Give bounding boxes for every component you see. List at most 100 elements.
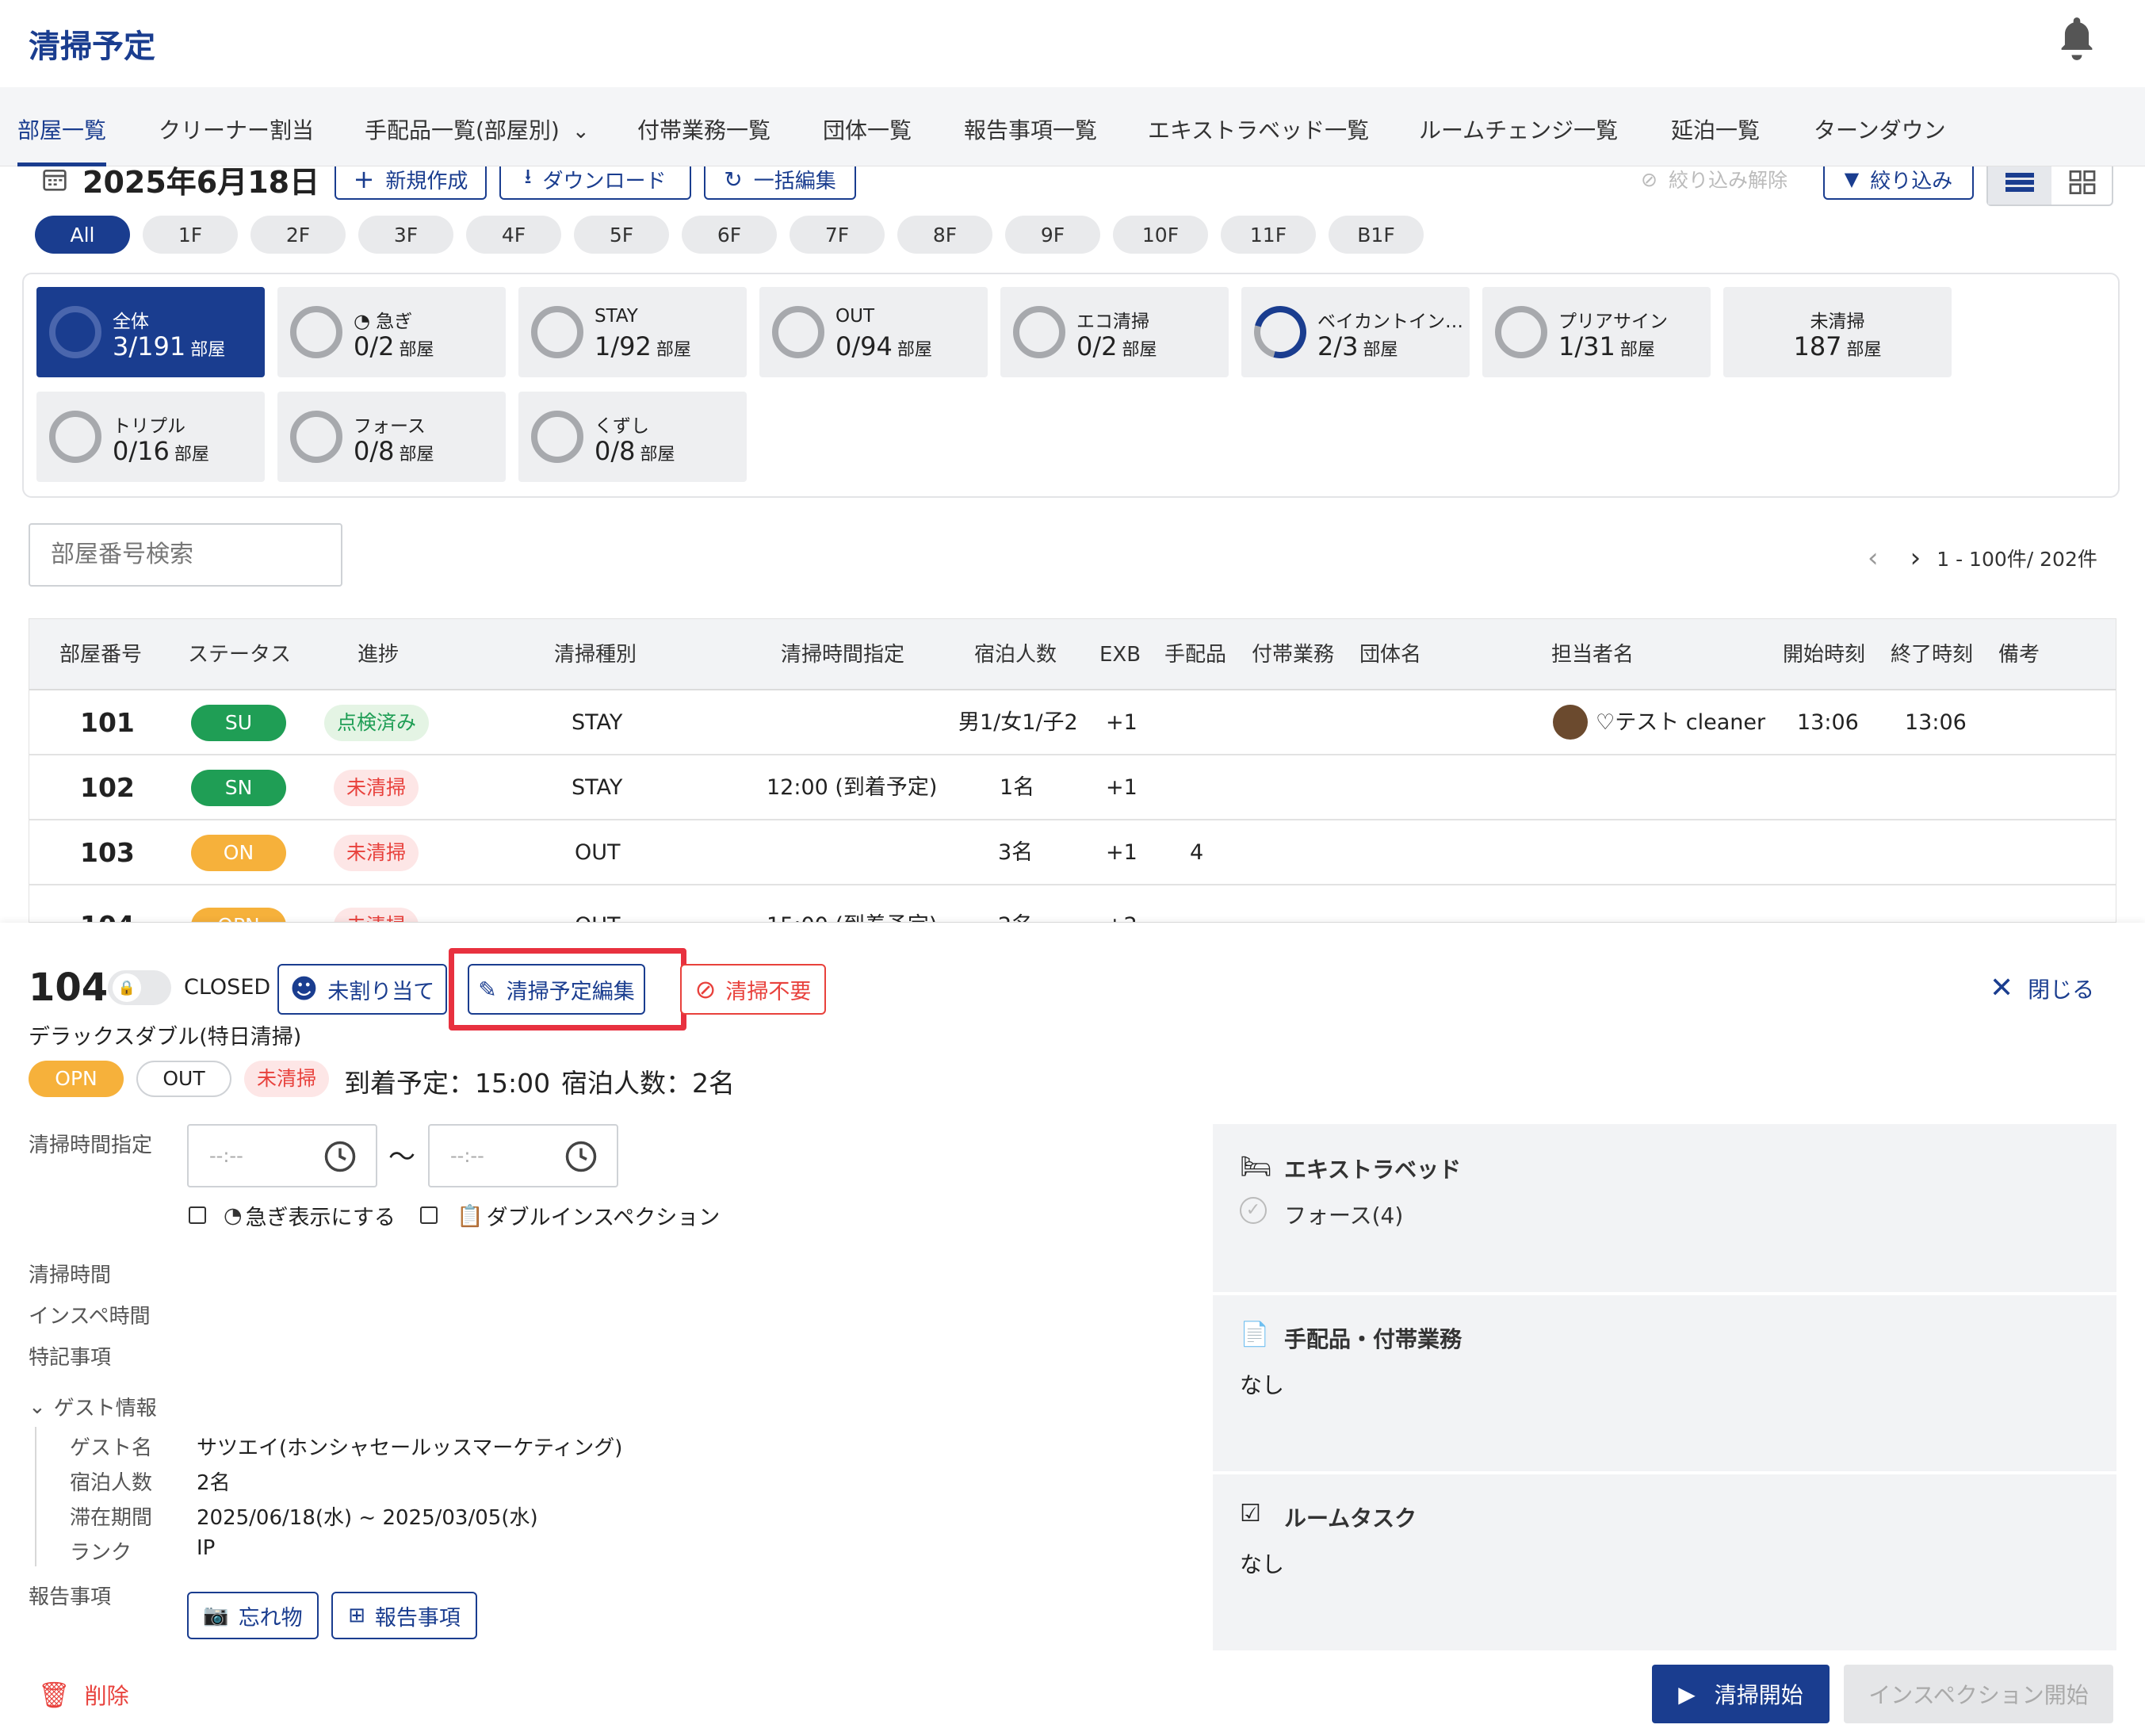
col-incidental[interactable]: 付帯業務 <box>1252 619 1334 690</box>
tab-cleaner-assign-label[interactable]: クリーナー割当 <box>159 87 314 166</box>
refresh-icon: ↻ <box>724 166 743 193</box>
summary-card-uncleaned[interactable]: 未清掃 187 部屋 <box>1723 287 1952 377</box>
pagination: ‹ › 1 - 100件/ 202件 <box>1868 542 2097 574</box>
col-staff[interactable]: 担当者名 <box>1551 619 1634 690</box>
col-guests[interactable]: 宿泊人数 <box>974 619 1057 690</box>
col-progress[interactable]: 進捗 <box>358 619 399 690</box>
tab-extra-bed-label[interactable]: エキストラベッド一覧 <box>1148 87 1369 166</box>
floor-chip[interactable]: 7F <box>790 216 885 254</box>
floor-chip[interactable]: 10F <box>1113 216 1208 254</box>
download-icon: ⭳ <box>524 165 532 189</box>
summary-card-all[interactable]: 全体 3/191 部屋 <box>36 287 265 377</box>
next-page-icon[interactable]: › <box>1910 542 1921 574</box>
lost-item-button[interactable]: 📷 忘れ物 <box>187 1592 319 1639</box>
floor-chip[interactable]: 4F <box>466 216 561 254</box>
tab-extended-stay-label[interactable]: 延泊一覧 <box>1671 87 1760 166</box>
summary-card-triple[interactable]: トリプル 0/16 部屋 <box>36 392 265 482</box>
bell-icon[interactable] <box>2056 17 2097 62</box>
card-label: フォース <box>354 416 426 437</box>
grid-view-icon[interactable] <box>2051 160 2113 205</box>
no-clean-button[interactable]: ⊘ 清掃不要 <box>680 964 826 1015</box>
col-notes[interactable]: 備考 <box>1998 619 2040 690</box>
floor-chip[interactable]: 6F <box>682 216 777 254</box>
double-inspection-checkbox[interactable] <box>420 1206 438 1224</box>
rooms-table: 部屋番号 ステータス 進捗 清掃種別 清掃時間指定 宿泊人数 EXB 手配品 付… <box>29 618 2116 923</box>
list-view-icon[interactable] <box>1988 160 2051 205</box>
report-button[interactable]: ⊞ 報告事項 <box>331 1592 477 1639</box>
filter-icon: ▼ <box>1844 168 1860 190</box>
summary-card-preassign[interactable]: プリアサイン 1/31 部屋 <box>1482 287 1711 377</box>
summary-card-urgent[interactable]: ◔ 急ぎ 0/2 部屋 <box>277 287 506 377</box>
col-arrangements[interactable]: 手配品 <box>1164 619 1226 690</box>
edit-schedule-button[interactable]: ✎ 清掃予定編集 <box>468 964 645 1015</box>
filter-off-icon: ⊘ <box>1641 167 1658 191</box>
start-time-input[interactable]: --:-- <box>187 1124 377 1187</box>
start-inspection-button[interactable]: インスペクション開始 <box>1844 1665 2113 1723</box>
report-button-label: 報告事項 <box>374 1605 461 1631</box>
tab-arrangements-overlay[interactable]: 手配品一覧(部屋別) ⌄ <box>365 87 590 166</box>
card-count: 0/2 <box>354 331 395 361</box>
tab-reports-label[interactable]: 報告事項一覧 <box>964 87 1097 166</box>
prev-page-icon[interactable]: ‹ <box>1868 542 1879 574</box>
col-end[interactable]: 終了時刻 <box>1891 619 1973 690</box>
close-label: 閉じる <box>2028 976 2095 1003</box>
col-status[interactable]: ステータス <box>188 619 291 690</box>
summary-card-stay[interactable]: STAY 1/92 部屋 <box>518 287 747 377</box>
face-icon: ☻ <box>289 973 319 1005</box>
tab-rooms-active[interactable]: 部屋一覧 <box>17 87 107 166</box>
floor-chip[interactable]: 11F <box>1221 216 1316 254</box>
floor-chip[interactable]: 9F <box>1005 216 1100 254</box>
table-row[interactable]: 104 OPN 未清掃 OUT 15:00 (到着予定) 2名 +2 <box>29 885 2116 922</box>
status-badge: OPN <box>191 908 286 922</box>
col-time[interactable]: 清掃時間指定 <box>781 619 904 690</box>
col-room[interactable]: 部屋番号 <box>59 619 142 690</box>
floor-chip[interactable]: B1F <box>1329 216 1424 254</box>
card-unit: 部屋 <box>399 445 434 465</box>
urgent-checkbox[interactable] <box>189 1206 206 1224</box>
tab-room-change-label[interactable]: ルームチェンジ一覧 <box>1419 87 1618 166</box>
guest-count: 3名 <box>998 840 1034 865</box>
table-row[interactable]: 101 SU 点検済み STAY 男1/女1/子2 +1 ♡テスト cleane… <box>29 690 2116 755</box>
summary-card-eco[interactable]: エコ清掃 0/2 部屋 <box>1000 287 1229 377</box>
delete-button[interactable]: 🗑 削除 <box>38 1679 129 1711</box>
close-button[interactable]: ✕ 閉じる <box>1990 972 2094 1004</box>
table-row[interactable]: 103 ON 未清掃 OUT 3名 +1 4 <box>29 820 2116 885</box>
floor-chip[interactable]: 2F <box>250 216 346 254</box>
card-unit: 部屋 <box>1619 340 1655 360</box>
clean-time: 15:00 (到着予定) <box>767 893 937 922</box>
unassigned-button[interactable]: ☻ 未割り当て <box>277 964 447 1015</box>
floor-chip[interactable]: 8F <box>897 216 992 254</box>
table-row[interactable]: 102 SN 未清掃 STAY 12:00 (到着予定) 1名 +1 <box>29 755 2116 820</box>
start-cleaning-button[interactable]: ▶ 清掃開始 <box>1652 1665 1830 1723</box>
tab-turndown-label[interactable]: ターンダウン <box>1814 87 1946 166</box>
floor-chip[interactable]: 1F <box>143 216 238 254</box>
end-time-input[interactable]: --:-- <box>428 1124 618 1187</box>
col-start[interactable]: 開始時刻 <box>1783 619 1865 690</box>
col-group[interactable]: 団体名 <box>1359 619 1421 690</box>
progress-ring <box>531 306 583 358</box>
lock-toggle[interactable]: 🔒 <box>108 970 171 1005</box>
progress-ring <box>290 306 342 358</box>
col-type[interactable]: 清掃種別 <box>554 619 637 690</box>
clear-filter-label: 絞り込み解除 <box>1668 169 1788 192</box>
room-tasks-title: ルームタスク <box>1284 1505 1417 1531</box>
summary-card-out[interactable]: OUT 0/94 部屋 <box>759 287 988 377</box>
guest-info-toggle[interactable]: ⌄ ゲスト情報 <box>29 1392 157 1421</box>
tab-groups-label[interactable]: 団体一覧 <box>823 87 912 166</box>
floor-chip[interactable]: 3F <box>358 216 453 254</box>
floor-chip[interactable]: 5F <box>574 216 669 254</box>
summary-card-fourth[interactable]: フォース 0/8 部屋 <box>277 392 506 482</box>
col-exb[interactable]: EXB <box>1099 619 1141 690</box>
ban-icon: ⊘ <box>694 974 717 1004</box>
summary-card-kuzushi[interactable]: くずし 0/8 部屋 <box>518 392 747 482</box>
summary-card-vacant-in[interactable]: ベイカントイン… 2/3 部屋 <box>1241 287 1470 377</box>
arrangements-panel: 📄 手配品・付帯業務 なし <box>1213 1295 2116 1471</box>
clock-icon[interactable] <box>323 1140 357 1173</box>
tab-incidental-label[interactable]: 付帯業務一覧 <box>637 87 770 166</box>
guest-value: 2025/06/18(水) ~ 2025/03/05(水) <box>197 1506 538 1530</box>
guest-key: ゲスト名 <box>70 1436 153 1460</box>
room-search-input[interactable]: 部屋番号検索 <box>29 523 342 587</box>
clock-icon[interactable] <box>564 1140 598 1173</box>
floor-chip-all[interactable]: All <box>35 216 130 254</box>
plus-icon: + <box>353 164 375 194</box>
